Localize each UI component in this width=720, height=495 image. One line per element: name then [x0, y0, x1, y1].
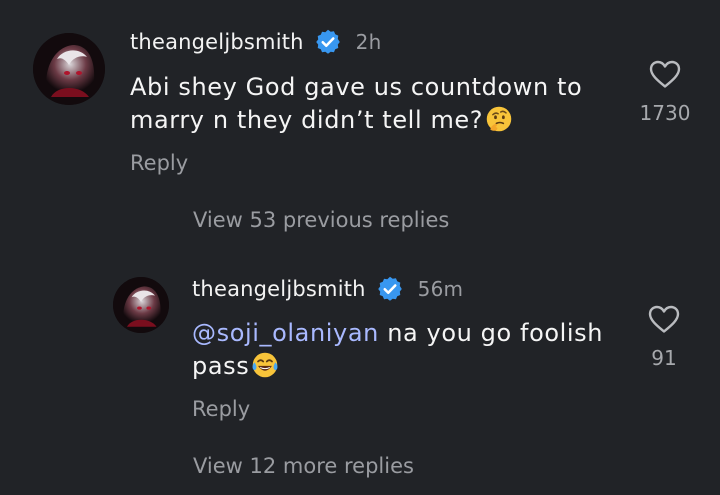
- reply-button[interactable]: Reply: [192, 397, 250, 421]
- comment-text-segment: marry n they didn’t tell me?: [130, 106, 484, 134]
- avatar[interactable]: [33, 33, 105, 105]
- reply-button[interactable]: Reply: [130, 151, 188, 175]
- heart-icon[interactable]: [647, 304, 681, 334]
- comment-header: theangeljbsmith 2h: [130, 28, 381, 56]
- comment-text-line: @soji_olaniyan na you go foolish: [192, 317, 622, 350]
- comment-text: @soji_olaniyan na you go foolish pass: [192, 317, 622, 383]
- comment-text-segment: pass: [192, 352, 250, 380]
- like-column: 91: [624, 304, 704, 370]
- mention-link[interactable]: @soji_olaniyan: [192, 319, 379, 347]
- comment-text-line: pass: [192, 350, 622, 383]
- tears-of-joy-emoji-icon: [251, 351, 279, 379]
- comment-text-segment: na you go foolish: [378, 319, 604, 347]
- username[interactable]: theangeljbsmith: [130, 30, 304, 54]
- timestamp: 56m: [417, 277, 464, 301]
- comment-text-line: marry n they didn’t tell me?: [130, 104, 610, 137]
- verified-badge-icon: [314, 28, 342, 56]
- comment-text: Abi shey God gave us countdown to marry …: [130, 71, 610, 137]
- comment-header: theangeljbsmith 56m: [192, 275, 463, 303]
- avatar[interactable]: [113, 277, 169, 333]
- view-more-replies-link[interactable]: View 12 more replies: [193, 454, 414, 478]
- avatar-image: [33, 33, 105, 105]
- heart-icon[interactable]: [648, 59, 682, 89]
- thinking-face-emoji-icon: [485, 105, 513, 133]
- timestamp: 2h: [355, 30, 382, 54]
- view-previous-replies-link[interactable]: View 53 previous replies: [193, 208, 449, 232]
- username[interactable]: theangeljbsmith: [192, 277, 366, 301]
- comment-text-line: Abi shey God gave us countdown to: [130, 73, 583, 101]
- like-count: 1730: [639, 101, 691, 125]
- avatar-image: [113, 277, 169, 333]
- like-count: 91: [651, 346, 677, 370]
- verified-badge-icon: [376, 275, 404, 303]
- like-column: 1730: [625, 59, 705, 125]
